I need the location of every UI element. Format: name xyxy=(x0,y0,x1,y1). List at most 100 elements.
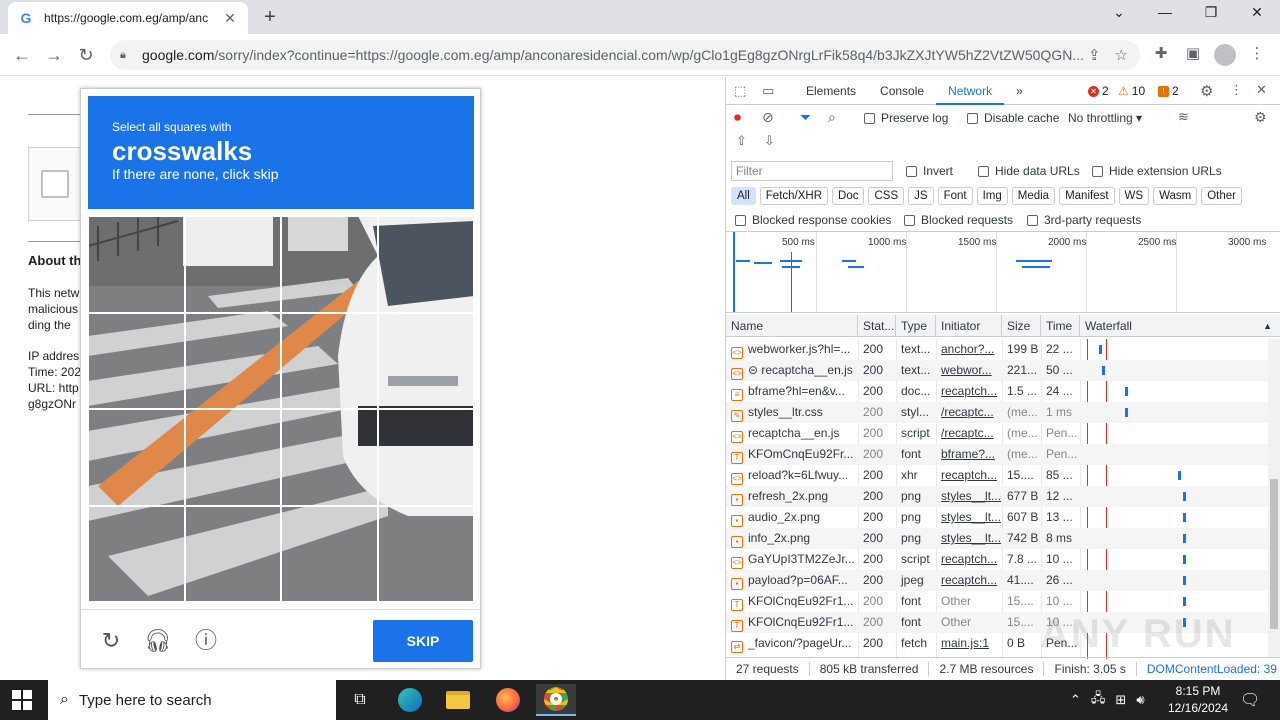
notifications-icon[interactable]: 🗨︎ xyxy=(1240,680,1260,720)
minimize-button[interactable]: — xyxy=(1150,4,1180,20)
reload-icon[interactable]: ↻ xyxy=(96,626,126,656)
column-size[interactable]: Size xyxy=(1002,315,1041,337)
hide-extension-urls-checkbox[interactable]: Hide extension URLs xyxy=(1092,164,1222,178)
more-tabs-icon[interactable]: » xyxy=(1004,77,1035,105)
table-row[interactable]: ▪ payload?p=06AF... 200 jpeg recaptch... 41..… xyxy=(726,570,1268,591)
filter-funnel-icon[interactable]: ⏷ xyxy=(800,109,811,126)
network-icon[interactable]: 🖧︎ xyxy=(1091,689,1106,711)
table-row[interactable]: <> recaptcha__en.js 200 script/recaptc... (m… xyxy=(726,423,1268,444)
ethernet-icon[interactable]: ⊞ xyxy=(1115,692,1126,708)
hide-data-urls-checkbox[interactable]: Hide data URLs xyxy=(978,164,1080,178)
table-row[interactable]: ▪ audio_2x.png 200 png styles__lt... 607 B 13 … xyxy=(726,507,1268,528)
clear-icon[interactable]: ⊘ xyxy=(762,109,774,126)
inspect-element-icon[interactable]: ⬚ xyxy=(734,83,746,99)
forward-button[interactable]: → xyxy=(42,44,66,66)
tray-chevron-icon[interactable]: ⌃ xyxy=(1070,692,1081,708)
device-toolbar-icon[interactable]: ▭ xyxy=(762,83,774,99)
chrome-icon[interactable] xyxy=(536,684,576,716)
firefox-icon[interactable] xyxy=(488,684,528,716)
column-name[interactable]: Name xyxy=(726,315,858,337)
grid-tile[interactable] xyxy=(88,216,185,313)
headphones-icon[interactable]: 🎧︎ xyxy=(143,626,173,656)
grid-tile[interactable] xyxy=(281,312,378,409)
issues-badge[interactable]: ! 2 xyxy=(1158,84,1179,98)
column-status[interactable]: Stat... xyxy=(858,315,896,337)
type-filter-font[interactable]: Font xyxy=(937,187,973,205)
reload-button[interactable]: ↻ xyxy=(74,44,98,66)
table-row[interactable]: <> webworker.js?hl=... 200 text... anchor?..… xyxy=(726,339,1268,360)
disable-cache-checkbox[interactable]: Disable cache xyxy=(967,111,1059,125)
file-explorer-icon[interactable] xyxy=(438,684,478,716)
more-menu-icon[interactable]: ⋮ xyxy=(1246,44,1268,62)
tab-search-chevron-icon[interactable]: ⌄ xyxy=(1104,4,1134,21)
table-row[interactable]: T KFOmCnqEu92Fr... 200 font bframe?... (me...… xyxy=(726,444,1268,465)
invert-checkbox[interactable]: Invert xyxy=(906,164,953,178)
grid-tile[interactable] xyxy=(184,216,281,313)
third-party-requests-checkbox[interactable]: 3rd-party requests xyxy=(1027,213,1141,227)
grid-tile[interactable] xyxy=(377,505,474,602)
task-view-icon[interactable]: ⧉ xyxy=(340,684,380,716)
table-row[interactable]: T KFOlCnqEu92Fr1... 200 font Other 15.... 10 .… xyxy=(726,591,1268,612)
errors-badge[interactable]: ✕ 2 xyxy=(1088,84,1109,98)
recaptcha-checkbox[interactable] xyxy=(41,170,69,198)
import-har-icon[interactable]: ⇧ xyxy=(736,133,747,149)
type-filter-wasm[interactable]: Wasm xyxy=(1153,187,1198,205)
network-settings-gear-icon[interactable]: ⚙ xyxy=(1254,109,1267,126)
close-tab-icon[interactable]: ✕ xyxy=(222,10,238,27)
record-stop-icon[interactable]: ⏺ xyxy=(734,109,741,126)
network-conditions-icon[interactable]: ≋ xyxy=(1178,109,1189,125)
column-waterfall[interactable]: Waterfall ▲ xyxy=(1080,315,1280,337)
grid-tile[interactable] xyxy=(281,216,378,313)
type-filter-fetch[interactable]: Fetch/XHR xyxy=(759,187,829,205)
windows-start-icon[interactable] xyxy=(12,690,32,710)
search-icon[interactable]: ⌕ xyxy=(828,109,836,126)
warnings-badge[interactable]: ⚠ 10 xyxy=(1118,84,1145,98)
taskbar-search-box[interactable]: ⌕ Type here to search xyxy=(48,680,336,720)
type-filter-ws[interactable]: WS xyxy=(1118,187,1150,205)
throttling-select[interactable]: No throttling ▾ xyxy=(1068,111,1142,125)
table-row[interactable]: <> GaYUpI3TM2ZeJr... 200 script recaptch... 7… xyxy=(726,549,1268,570)
blocked-requests-checkbox[interactable]: Blocked requests xyxy=(904,213,1013,227)
grid-tile[interactable] xyxy=(88,409,185,506)
system-clock[interactable]: 8:15 PM 12/16/2024 xyxy=(1160,683,1236,717)
type-filter-doc[interactable]: Doc xyxy=(832,187,865,205)
grid-tile[interactable] xyxy=(184,409,281,506)
side-panel-icon[interactable]: ▣ xyxy=(1182,44,1204,62)
column-time[interactable]: Time xyxy=(1041,315,1080,337)
column-initiator[interactable]: Initiator xyxy=(936,315,1002,337)
type-filter-all[interactable]: All xyxy=(731,187,756,205)
type-filter-media[interactable]: Media xyxy=(1011,187,1056,205)
blocked-response-cookies-checkbox[interactable]: Blocked response cookies xyxy=(735,213,891,227)
settings-gear-icon[interactable]: ⚙ xyxy=(1200,82,1213,100)
column-type[interactable]: Type xyxy=(896,315,936,337)
grid-tile[interactable] xyxy=(281,409,378,506)
tab-elements[interactable]: Elements xyxy=(794,77,868,105)
tab-console[interactable]: Console xyxy=(868,77,936,105)
devtools-more-icon[interactable]: ⋮ xyxy=(1230,82,1243,98)
edge-icon[interactable] xyxy=(390,684,430,716)
table-scrollbar[interactable] xyxy=(1268,339,1280,657)
grid-tile[interactable] xyxy=(281,505,378,602)
scrollbar-thumb[interactable] xyxy=(1270,479,1278,629)
extensions-puzzle-icon[interactable]: ✚ xyxy=(1150,44,1172,62)
browser-tab[interactable]: G https://google.com.eg/amp/anc ✕ xyxy=(8,2,248,34)
grid-tile[interactable] xyxy=(88,505,185,602)
type-filter-css[interactable]: CSS xyxy=(868,187,905,205)
back-button[interactable]: ← xyxy=(10,44,34,66)
new-tab-button[interactable]: + xyxy=(258,6,282,29)
type-filter-other[interactable]: Other xyxy=(1201,187,1242,205)
preserve-log-checkbox[interactable]: Preserve log xyxy=(864,111,948,125)
table-row[interactable]: <> ⊝ recaptcha__en.js 200 text... webwor... 2… xyxy=(726,360,1268,381)
table-row[interactable]: ≡ bframe?hl=en&v... 200 doc... recaptch... 1.… xyxy=(726,381,1268,402)
network-overview-timeline[interactable]: 500 ms 1000 ms 1500 ms 2000 ms 2500 ms 3… xyxy=(726,231,1280,313)
type-filter-js[interactable]: JS xyxy=(908,187,934,205)
table-row[interactable]: ✎ styles__ltr.css 200 styl... /recaptc... (me… xyxy=(726,402,1268,423)
bookmark-star-icon[interactable]: ☆ xyxy=(1115,46,1128,64)
grid-tile[interactable] xyxy=(184,505,281,602)
grid-tile[interactable] xyxy=(377,216,474,313)
skip-button[interactable]: SKIP xyxy=(373,620,473,662)
type-filter-img[interactable]: Img xyxy=(976,187,1008,205)
table-row[interactable]: <> reload?k=6Lfwuy... 200 xhr recaptch... 15.… xyxy=(726,465,1268,486)
profile-avatar[interactable] xyxy=(1214,44,1236,66)
close-window-button[interactable]: ✕ xyxy=(1242,4,1272,21)
